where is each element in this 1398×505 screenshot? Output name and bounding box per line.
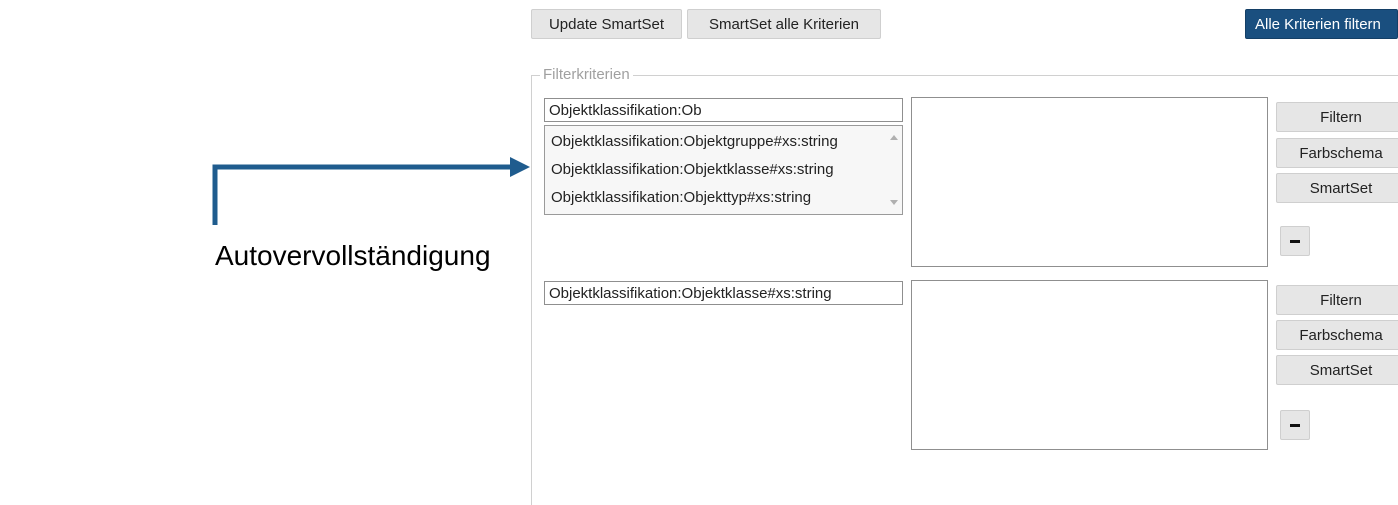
filter-criteria-legend: Filterkriterien <box>540 66 633 83</box>
remove-criterion-button-1[interactable] <box>1280 226 1310 256</box>
minus-icon <box>1290 239 1300 243</box>
color-scheme-button-1[interactable]: Farbschema <box>1276 138 1398 168</box>
criterion-input-1[interactable] <box>544 98 903 122</box>
filter-all-criteria-button[interactable]: Alle Kriterien filtern <box>1245 9 1398 39</box>
autocomplete-callout-label: Autovervollständigung <box>215 240 491 271</box>
remove-criterion-button-2[interactable] <box>1280 410 1310 440</box>
criterion-values-box-1[interactable] <box>911 97 1268 267</box>
criterion-input-2[interactable] <box>544 281 903 305</box>
scroll-up-icon[interactable] <box>890 135 898 140</box>
filter-button-2[interactable]: Filtern <box>1276 285 1398 315</box>
smartset-button-1[interactable]: SmartSet <box>1276 173 1398 203</box>
smartset-button-2[interactable]: SmartSet <box>1276 355 1398 385</box>
autocomplete-dropdown: Objektklassifikation:Objektgruppe#xs:str… <box>544 125 903 215</box>
autocomplete-option-objektklasse[interactable]: Objektklassifikation:Objektklasse#xs:str… <box>551 156 881 184</box>
filter-button-1[interactable]: Filtern <box>1276 102 1398 132</box>
color-scheme-button-2[interactable]: Farbschema <box>1276 320 1398 350</box>
update-smartset-button[interactable]: Update SmartSet <box>531 9 682 39</box>
scroll-down-icon[interactable] <box>890 200 898 205</box>
autocomplete-option-objekttyp[interactable]: Objektklassifikation:Objekttyp#xs:string <box>551 184 881 212</box>
criterion-values-box-2[interactable] <box>911 280 1268 450</box>
smartset-all-criteria-button[interactable]: SmartSet alle Kriterien <box>687 9 881 39</box>
autocomplete-option-objektgruppe[interactable]: Objektklassifikation:Objektgruppe#xs:str… <box>551 128 881 156</box>
minus-icon <box>1290 423 1300 427</box>
